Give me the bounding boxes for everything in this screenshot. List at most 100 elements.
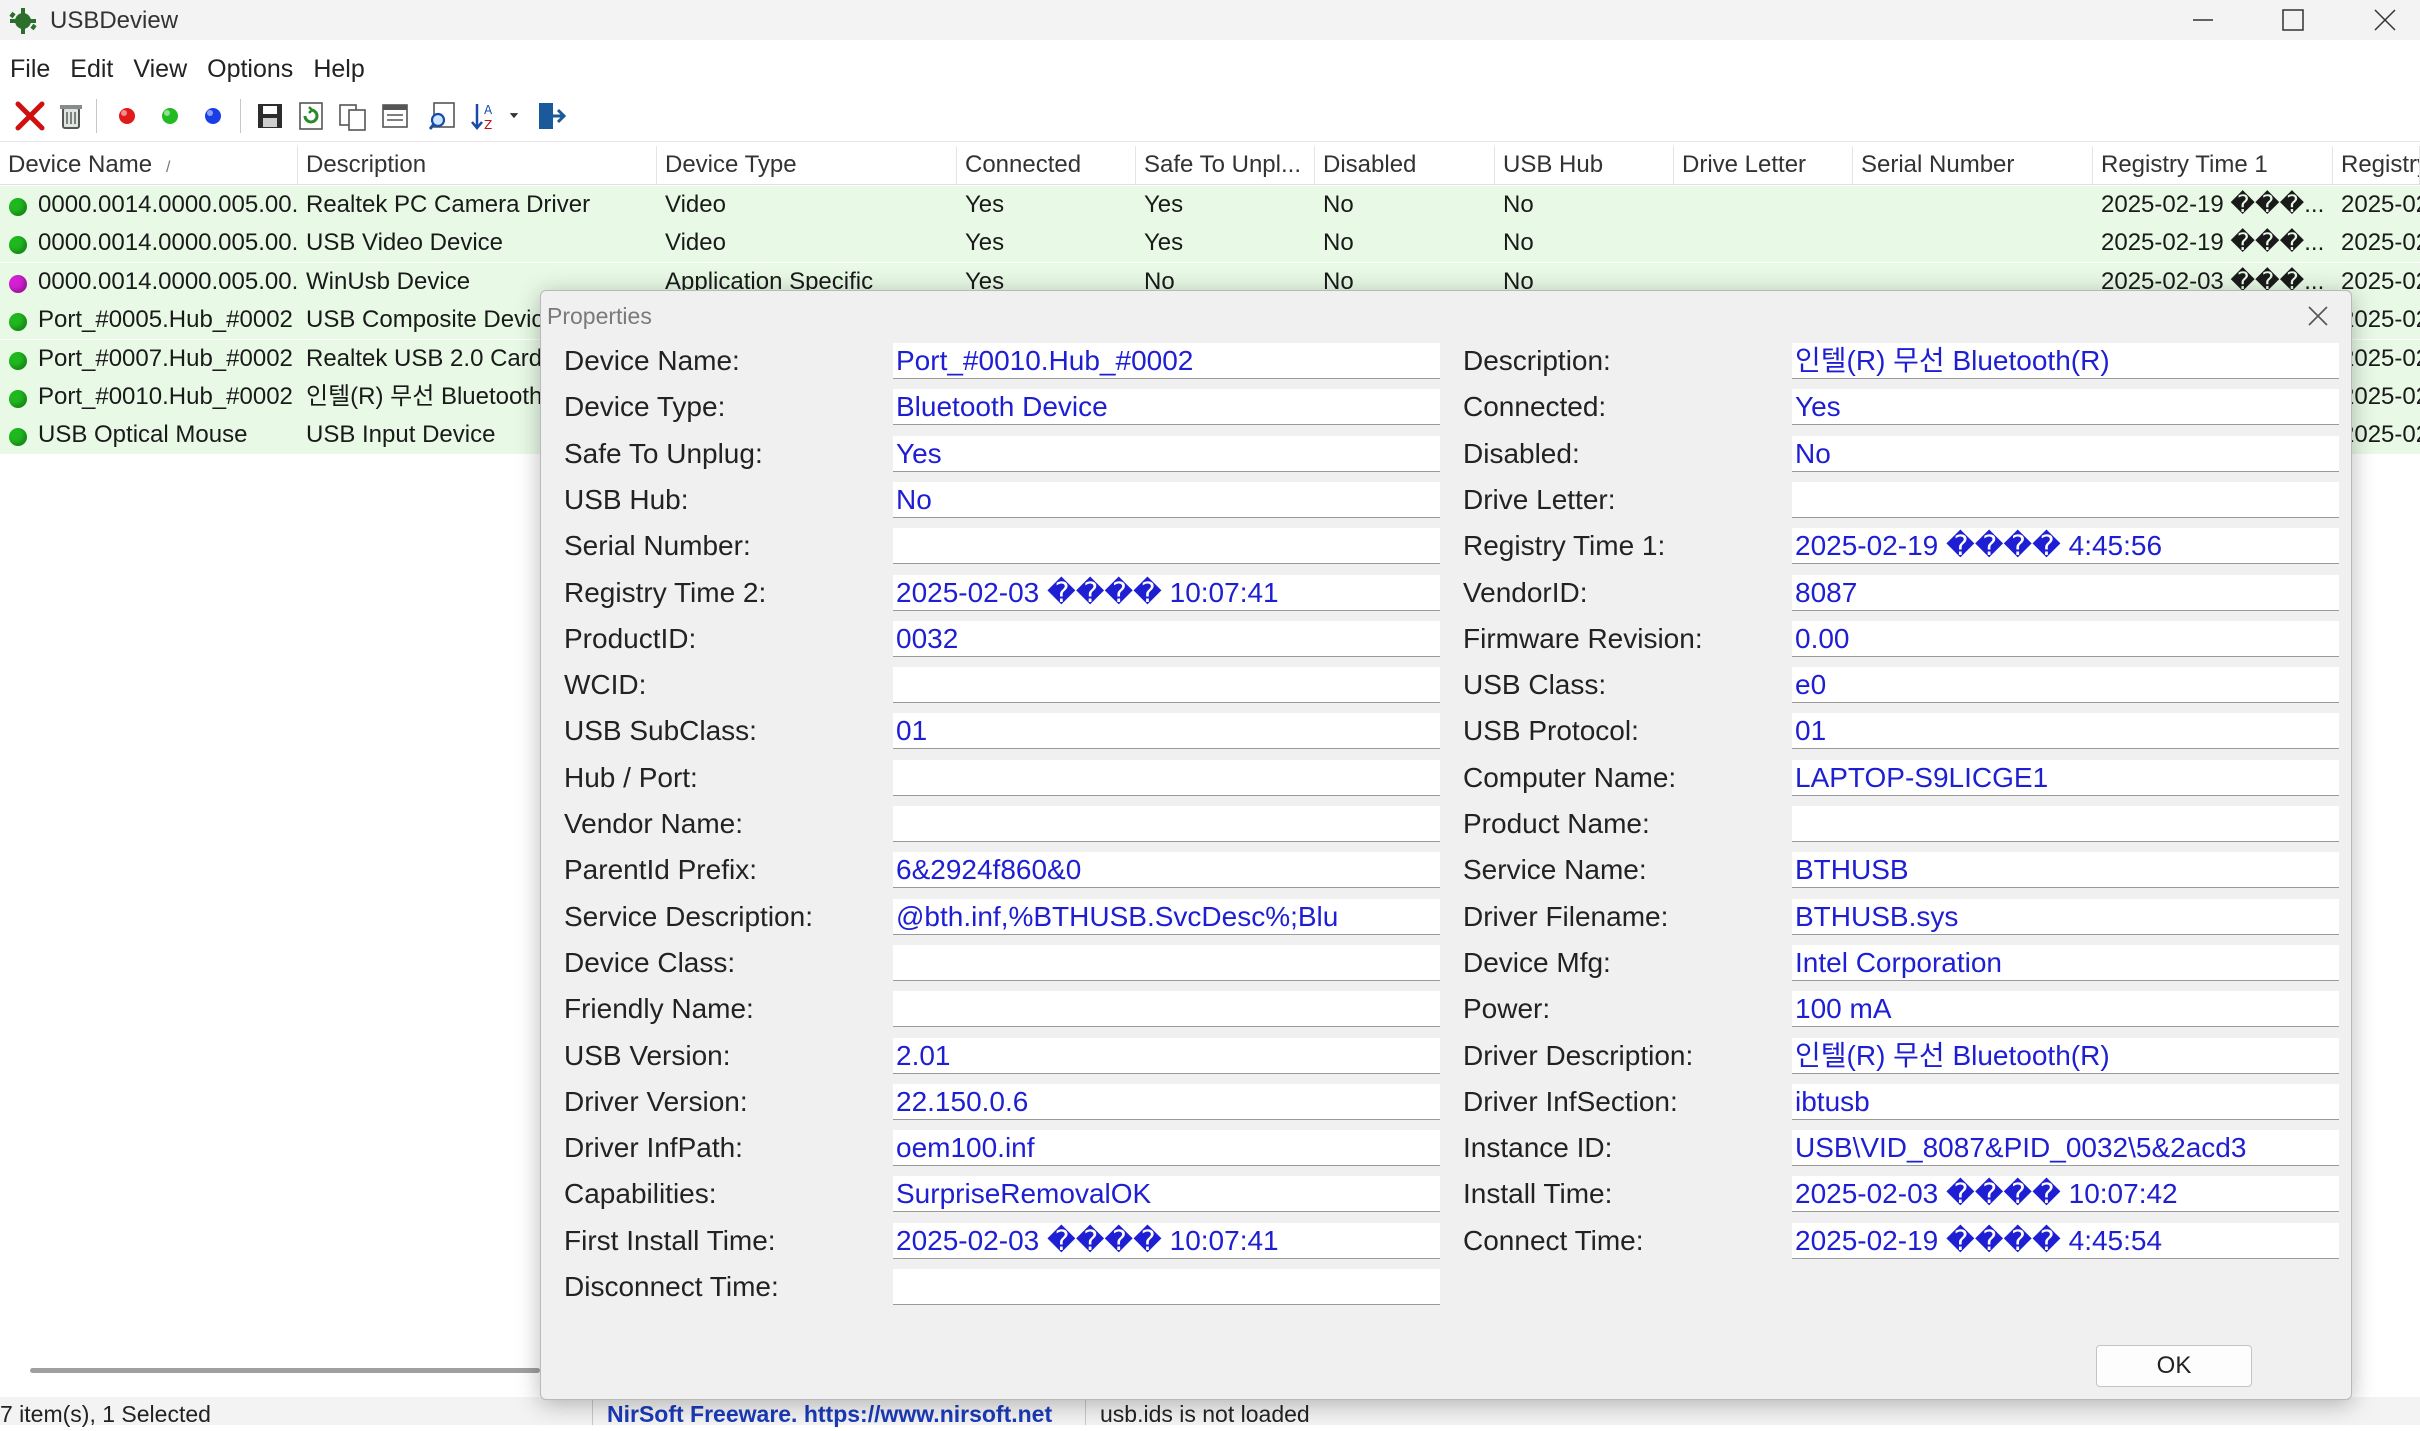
uninstall-button[interactable] [54,99,88,133]
table-row[interactable]: 0000.0014.0000.005.00... Realtek PC Camer… [0,186,2420,224]
field-connected[interactable]: Yes [1792,389,2339,426]
disable-button[interactable] [110,99,144,133]
column-header-device-name[interactable]: Device Name / [0,146,298,184]
maximize-button[interactable] [2248,0,2338,40]
field-registry-time-1[interactable]: 2025-02-19 ���� 4:45:56 [1792,528,2339,565]
copy-button[interactable] [336,99,370,133]
field-wcid[interactable] [893,667,1440,704]
label-registry-time-2: Registry Time 2: [564,576,767,608]
status-bar: 7 item(s), 1 Selected NirSoft Freeware. … [0,1397,2420,1427]
enable-button[interactable] [153,99,187,133]
properties-button[interactable] [378,99,412,133]
refresh-button[interactable] [294,99,328,133]
label-usb-class: USB Class: [1463,669,1607,701]
field-usb-version[interactable]: 2.01 [893,1037,1440,1074]
field-usb-protocol[interactable]: 01 [1792,713,2339,750]
ok-button[interactable]: OK [2096,1345,2252,1387]
close-window-button[interactable] [2340,0,2420,40]
cell-drive-letter [1674,186,1853,224]
column-header-drive-letter[interactable]: Drive Letter [1674,146,1853,184]
device-status-icon [9,236,27,255]
field-firmware-revision[interactable]: 0.00 [1792,620,2339,657]
field-productid[interactable]: 0032 [893,620,1440,657]
sort-button[interactable]: AZ [468,99,502,133]
label-device-class: Device Class: [564,946,736,978]
field-computer-name[interactable]: LAPTOP-S9LICGE1 [1792,759,2339,796]
horizontal-scrollbar[interactable] [30,1368,540,1373]
field-driver-infpath[interactable]: oem100.inf [893,1130,1440,1167]
field-driver-version[interactable]: 22.150.0.6 [893,1083,1440,1120]
column-header-connected[interactable]: Connected [957,146,1136,184]
sort-indicator-icon: / [166,159,171,176]
field-friendly-name[interactable] [893,991,1440,1028]
save-button[interactable] [253,99,287,133]
field-disconnect-time[interactable] [893,1269,1440,1305]
window-title: USBDeview [50,7,179,34]
field-device-mfg[interactable]: Intel Corporation [1792,944,2339,981]
cell-safe-to-unpl: Yes [1144,191,1184,218]
minimize-button[interactable] [2158,0,2248,40]
column-header-registry-t[interactable]: Registry T [2333,146,2420,184]
field-usb-subclass[interactable]: 01 [893,713,1440,750]
column-header-disabled[interactable]: Disabled [1315,146,1495,184]
field-driver-filename[interactable]: BTHUSB.sys [1792,898,2339,935]
field-parentid-prefix[interactable]: 6&2924f860&0 [893,852,1440,889]
field-safe-to-unplug[interactable]: Yes [893,435,1440,472]
field-drive-letter[interactable] [1792,481,2339,518]
column-header-safe-to-unpl[interactable]: Safe To Unpl... [1136,146,1315,184]
field-usb-hub[interactable]: No [893,481,1440,518]
column-header-label: USB Hub [1503,151,1604,178]
field-instance-id[interactable]: USB\VID_8087&PID_0032\5&2acd3 [1792,1130,2339,1167]
field-device-name[interactable]: Port_#0010.Hub_#0002 [893,343,1440,379]
column-header-usb-hub[interactable]: USB Hub [1495,146,1674,184]
column-header-serial-number[interactable]: Serial Number [1853,146,2093,184]
device-status-icon [9,274,27,293]
label-computer-name: Computer Name: [1463,761,1677,793]
label-connect-time: Connect Time: [1463,1224,1644,1256]
field-connect-time[interactable]: 2025-02-19 ���� 4:45:54 [1792,1222,2339,1259]
table-row[interactable]: 0000.0014.0000.005.00... USB Video Device… [0,224,2420,263]
field-first-install-time[interactable]: 2025-02-03 ���� 10:07:41 [893,1222,1440,1259]
menu-file[interactable]: File [0,48,60,90]
menu-edit[interactable]: Edit [60,48,123,90]
field-driver-infsection[interactable]: ibtusb [1792,1083,2339,1120]
field-usb-class[interactable]: e0 [1792,667,2339,704]
enable-disable-button[interactable] [196,99,230,133]
field-service-name[interactable]: BTHUSB [1792,852,2339,889]
find-icon [428,102,455,130]
field-capabilities[interactable]: SurpriseRemovalOK [893,1176,1440,1213]
column-header-registry-time-1[interactable]: Registry Time 1 [2093,146,2333,184]
cell-connected: Yes [965,191,1005,218]
menu-options[interactable]: Options [197,48,303,90]
field-serial-number[interactable] [893,528,1440,565]
field-disabled[interactable]: No [1792,435,2339,472]
menu-view[interactable]: View [123,48,197,90]
field-vendor-name[interactable] [893,806,1440,842]
field-driver-description[interactable]: 인텔(R) 무선 Bluetooth(R) [1792,1037,2339,1074]
field-device-type[interactable]: Bluetooth Device [893,389,1440,426]
label-productid: ProductID: [564,622,697,654]
cell-usb-hub: No [1503,229,1534,257]
label-device-mfg: Device Mfg: [1463,946,1611,978]
field-power[interactable]: 100 mA [1792,991,2339,1028]
column-header-description[interactable]: Description [298,146,657,184]
field-service-description[interactable]: @bth.inf,%BTHUSB.SvcDesc%;Blu [893,898,1440,935]
field-registry-time-2[interactable]: 2025-02-03 ���� 10:07:41 [893,574,1440,611]
field-description[interactable]: 인텔(R) 무선 Bluetooth(R) [1792,343,2339,379]
dialog-close-icon[interactable] [2303,301,2333,331]
nirsoft-link[interactable]: NirSoft Freeware. https://www.nirsoft.ne… [607,1397,1052,1431]
sort-dropdown-button[interactable] [502,99,526,133]
cell-device-type: Video [665,229,726,257]
field-device-class[interactable] [893,944,1440,981]
exit-button[interactable] [532,99,566,133]
field-product-name[interactable] [1792,806,2339,842]
disconnect-button[interactable] [13,99,47,133]
find-button[interactable] [426,99,460,133]
field-vendorid[interactable]: 8087 [1792,574,2339,611]
field-hub-port[interactable] [893,759,1440,796]
column-header-label: Registry T [2341,151,2419,178]
menu-help[interactable]: Help [303,48,374,90]
column-header-device-type[interactable]: Device Type [657,146,957,184]
field-install-time[interactable]: 2025-02-03 ���� 10:07:42 [1792,1176,2339,1213]
cell-device-name: Port_#0010.Hub_#0002 [38,383,293,410]
